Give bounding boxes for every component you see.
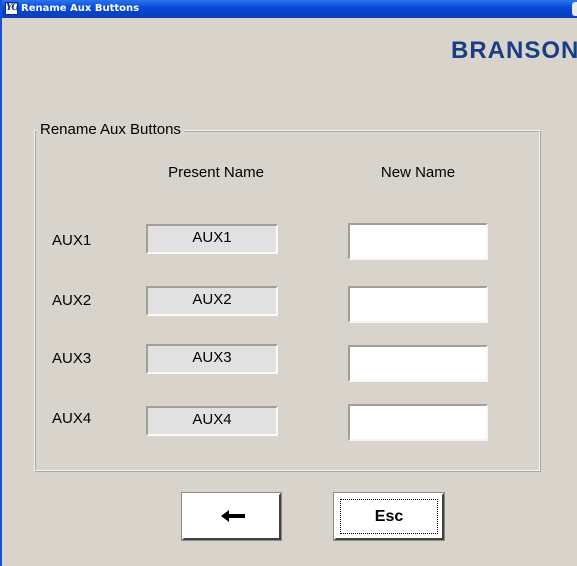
enter-arrow-icon (221, 510, 245, 522)
new-name-header: New Name (380, 164, 456, 181)
enter-button[interactable] (181, 492, 282, 541)
app-icon: YG (5, 2, 19, 15)
aux4-present-name: AUX4 (146, 406, 278, 436)
aux2-new-name-input[interactable] (348, 286, 488, 323)
rename-aux-buttons-window: YG Rename Aux Buttons BRANSON Rename Aux… (0, 0, 577, 566)
title-bar[interactable]: YG Rename Aux Buttons (2, 0, 577, 18)
window-title: Rename Aux Buttons (21, 3, 140, 14)
present-name-header: Present Name (168, 164, 264, 181)
aux2-present-name: AUX2 (146, 286, 278, 316)
aux1-present-name: AUX1 (146, 224, 278, 254)
aux4-label: AUX4 (52, 410, 92, 427)
esc-button[interactable]: Esc (333, 492, 445, 541)
aux1-label: AUX1 (52, 232, 92, 249)
aux2-label: AUX2 (52, 292, 92, 309)
aux3-present-name: AUX3 (146, 344, 278, 374)
aux1-new-name-input[interactable] (348, 223, 488, 260)
aux3-label: AUX3 (52, 350, 92, 367)
title-bar-button[interactable] (572, 2, 577, 16)
focus-ring (340, 499, 438, 534)
aux4-new-name-input[interactable] (348, 404, 488, 441)
group-legend: Rename Aux Buttons (37, 121, 184, 139)
branson-logo: BRANSON (451, 37, 577, 64)
aux3-new-name-input[interactable] (348, 345, 488, 382)
